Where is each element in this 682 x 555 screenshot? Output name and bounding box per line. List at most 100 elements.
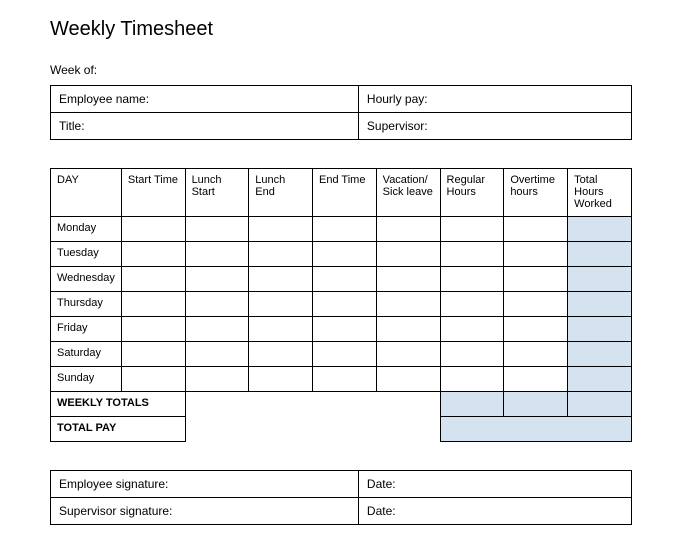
page-title: Weekly Timesheet [50,18,632,41]
data-cell [504,292,568,317]
data-cell [440,292,504,317]
employee-signature-date-cell: Date: [358,471,631,498]
data-cell [376,367,440,392]
data-cell [249,267,313,292]
day-cell: Monday [51,217,122,242]
data-cell [249,342,313,367]
total-cell [568,317,632,342]
weekly-total-cell [440,392,504,417]
data-cell [121,267,185,292]
data-cell [121,242,185,267]
header-lunch-start: Lunch Start [185,169,249,217]
day-cell: Wednesday [51,267,122,292]
employee-name-cell: Employee name: [51,86,359,113]
supervisor-cell: Supervisor: [358,113,631,140]
day-cell: Sunday [51,367,122,392]
total-cell [568,367,632,392]
data-cell [249,242,313,267]
data-cell [121,342,185,367]
data-cell [121,367,185,392]
data-cell [185,217,249,242]
data-cell [376,217,440,242]
data-cell [504,267,568,292]
data-cell [313,317,377,342]
data-cell [121,317,185,342]
title-cell: Title: [51,113,359,140]
data-cell [440,367,504,392]
data-cell [504,317,568,342]
data-cell [121,217,185,242]
data-cell [376,342,440,367]
table-row: Monday [51,217,632,242]
header-regular-hours: Regular Hours [440,169,504,217]
day-cell: Friday [51,317,122,342]
total-pay-label: TOTAL PAY [51,417,186,442]
data-cell [376,242,440,267]
data-cell [185,342,249,367]
data-cell [313,267,377,292]
data-cell [313,292,377,317]
data-cell [249,292,313,317]
data-cell [504,217,568,242]
data-cell [249,317,313,342]
table-header-row: DAY Start Time Lunch Start Lunch End End… [51,169,632,217]
data-cell [504,367,568,392]
data-cell [313,367,377,392]
header-total-hours: Total Hours Worked [568,169,632,217]
data-cell [440,242,504,267]
data-cell [376,317,440,342]
header-overtime-hours: Overtime hours [504,169,568,217]
data-cell [376,292,440,317]
data-cell [185,317,249,342]
day-cell: Thursday [51,292,122,317]
timesheet-table: DAY Start Time Lunch Start Lunch End End… [50,168,632,442]
header-vacation-sick: Vacation/ Sick leave [376,169,440,217]
weekly-totals-row: WEEKLY TOTALS [51,392,632,417]
total-cell [568,242,632,267]
employee-signature-cell: Employee signature: [51,471,359,498]
signature-table: Employee signature: Date: Supervisor sig… [50,470,632,525]
data-cell [376,267,440,292]
header-end-time: End Time [313,169,377,217]
day-cell: Tuesday [51,242,122,267]
weekly-totals-label: WEEKLY TOTALS [51,392,186,417]
hourly-pay-cell: Hourly pay: [358,86,631,113]
header-lunch-end: Lunch End [249,169,313,217]
data-cell [440,267,504,292]
table-row: Tuesday [51,242,632,267]
data-cell [440,317,504,342]
data-cell [249,367,313,392]
total-pay-row: TOTAL PAY [51,417,632,442]
data-cell [185,267,249,292]
data-cell [440,217,504,242]
header-start-time: Start Time [121,169,185,217]
table-row: Sunday [51,367,632,392]
data-cell [313,242,377,267]
header-day: DAY [51,169,122,217]
supervisor-signature-date-cell: Date: [358,498,631,525]
total-cell [568,292,632,317]
data-cell [185,242,249,267]
day-cell: Saturday [51,342,122,367]
data-cell [504,242,568,267]
table-row: Saturday [51,342,632,367]
data-cell [504,342,568,367]
data-cell [249,217,313,242]
data-cell [313,217,377,242]
total-cell [568,217,632,242]
total-cell [568,267,632,292]
table-row: Thursday [51,292,632,317]
total-pay-cell [440,417,631,442]
supervisor-signature-cell: Supervisor signature: [51,498,359,525]
weekly-total-cell [568,392,632,417]
week-of-label: Week of: [50,63,632,77]
data-cell [440,342,504,367]
data-cell [185,292,249,317]
table-row: Friday [51,317,632,342]
table-row: Wednesday [51,267,632,292]
data-cell [185,367,249,392]
data-cell [313,342,377,367]
employee-info-table: Employee name: Hourly pay: Title: Superv… [50,85,632,140]
total-cell [568,342,632,367]
weekly-total-cell [504,392,568,417]
